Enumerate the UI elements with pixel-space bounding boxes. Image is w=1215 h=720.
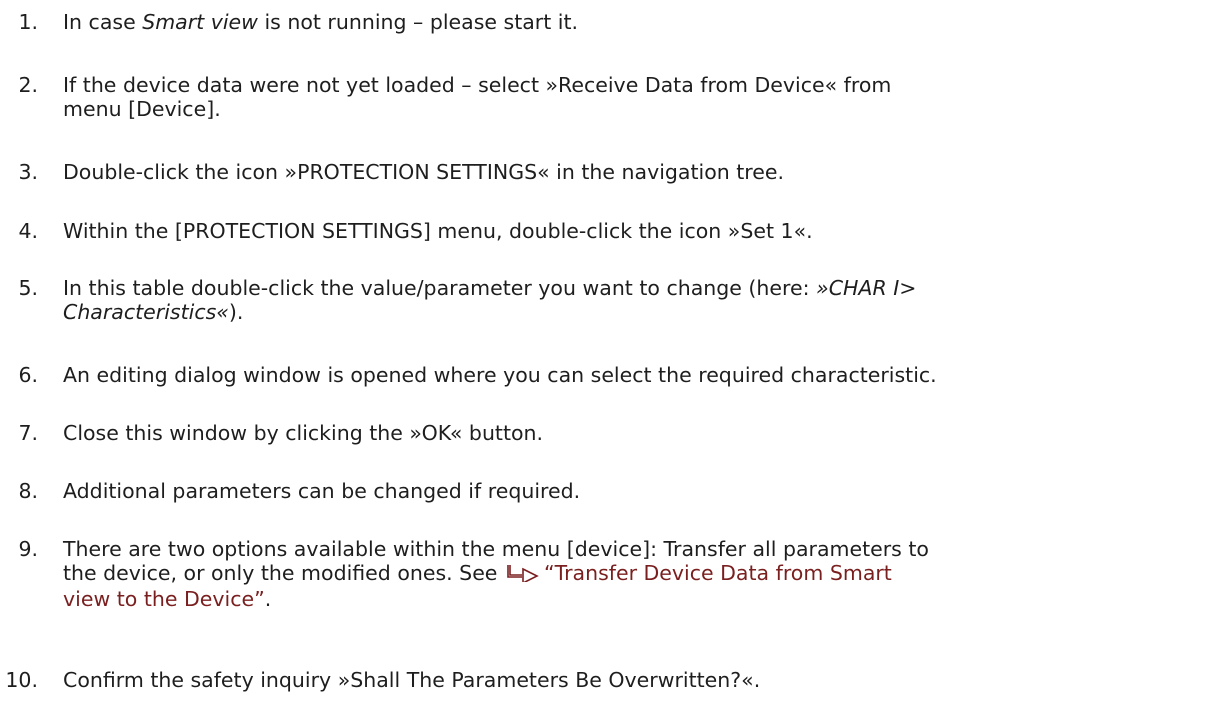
- step-number: 7.: [18, 421, 38, 445]
- step-number: 9.: [18, 537, 38, 561]
- step-text-part: In case: [63, 10, 143, 34]
- step-text: Additional parameters can be changed if …: [63, 479, 581, 503]
- step-text-part: In this table double-click the value/par…: [63, 276, 817, 300]
- document-page: 1. In case Smart view is not running – p…: [0, 0, 1215, 720]
- step-number: 10.: [5, 668, 38, 692]
- step-text-line: There are two options available within t…: [63, 537, 929, 561]
- parameter-name-emphasis: »CHAR I>: [816, 276, 917, 300]
- step-text: Close this window by clicking the »OK« b…: [63, 421, 544, 445]
- step-number: 3.: [18, 160, 38, 184]
- step-number: 2.: [18, 73, 38, 97]
- step-number: 8.: [18, 479, 38, 503]
- link-text: “Transfer Device Data from Smart: [543, 561, 892, 585]
- parameter-name-emphasis: Characteristics«: [63, 300, 229, 324]
- step-text: In this table double-click the value/par…: [63, 276, 1188, 324]
- step-text-line: menu [Device].: [63, 97, 221, 121]
- step-text: Confirm the safety inquiry »Shall The Pa…: [63, 668, 761, 692]
- step-text: Double-click the icon »PROTECTION SETTIN…: [63, 160, 785, 184]
- step-text: There are two options available within t…: [63, 537, 1188, 611]
- step-text: If the device data were not yet loaded –…: [63, 73, 1188, 121]
- step-text-line: If the device data were not yet loaded –…: [63, 73, 892, 97]
- step-number: 4.: [18, 219, 38, 243]
- cross-reference-arrow-icon: [506, 563, 540, 587]
- step-text: Within the [PROTECTION SETTINGS] menu, d…: [63, 219, 813, 243]
- step-text-part: .: [264, 587, 272, 611]
- step-text-part: ).: [228, 300, 244, 324]
- smart-view-emphasis: Smart view: [142, 10, 258, 34]
- step-number: 1.: [18, 10, 38, 34]
- step-number: 6.: [18, 363, 38, 387]
- step-number: 5.: [18, 276, 38, 300]
- step-text: An editing dialog window is opened where…: [63, 363, 937, 387]
- step-text-part: is not running – please start it.: [257, 10, 579, 34]
- link-text: view to the Device”: [63, 587, 265, 611]
- step-text-part: the device, or only the modified ones. S…: [63, 561, 504, 585]
- step-text: In case Smart view is not running – plea…: [63, 10, 1188, 34]
